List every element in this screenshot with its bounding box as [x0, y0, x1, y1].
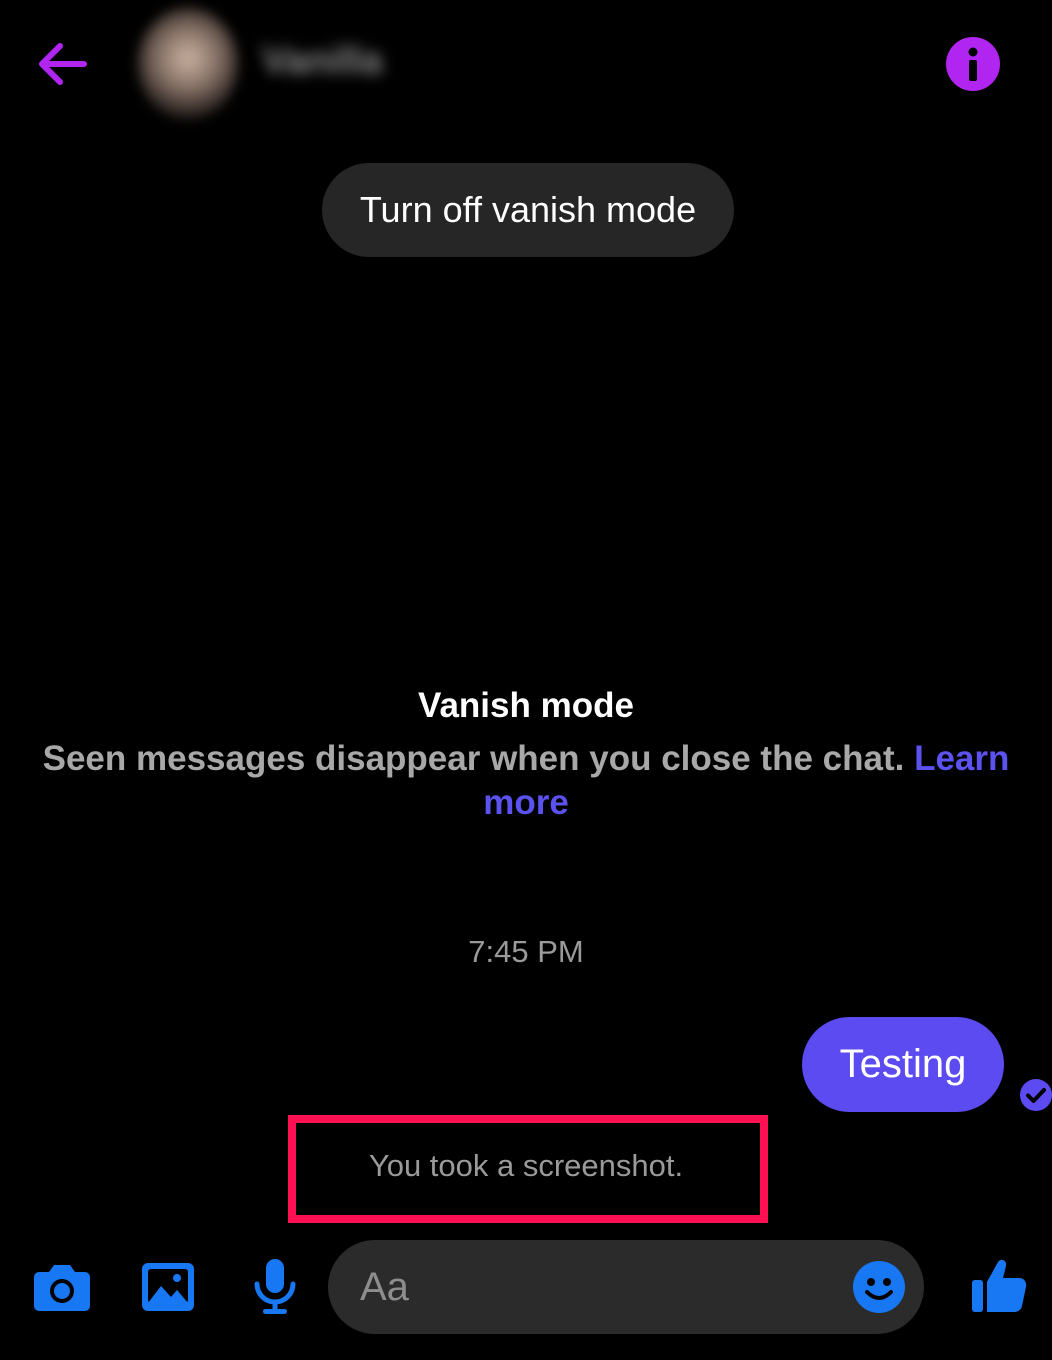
turn-off-vanish-mode-button[interactable]: Turn off vanish mode — [322, 163, 734, 257]
avatar[interactable] — [138, 8, 238, 120]
microphone-icon[interactable] — [252, 1258, 298, 1316]
vanish-mode-description: Seen messages disappear when you close t… — [40, 737, 1012, 825]
sent-message-bubble[interactable]: Testing — [802, 1017, 1004, 1112]
message-input[interactable]: Aa — [328, 1240, 924, 1334]
check-circle-icon — [1020, 1079, 1052, 1111]
info-icon — [968, 47, 978, 81]
vanish-mode-description-text: Seen messages disappear when you close t… — [42, 739, 905, 778]
vanish-mode-title: Vanish mode — [418, 686, 634, 725]
back-button[interactable] — [30, 36, 94, 92]
image-icon[interactable] — [141, 1262, 195, 1312]
contact-name[interactable]: Vanilla — [262, 40, 382, 83]
emoji-icon[interactable] — [852, 1260, 906, 1314]
arrow-left-icon — [39, 43, 87, 85]
message-input-placeholder: Aa — [360, 1265, 409, 1309]
message-text: Testing — [839, 1042, 967, 1086]
thumbs-up-icon[interactable] — [970, 1256, 1028, 1314]
info-button[interactable] — [946, 37, 1000, 91]
message-timestamp: 7:45 PM — [468, 934, 584, 969]
screenshot-notice: You took a screenshot. — [368, 1148, 684, 1183]
camera-icon[interactable] — [33, 1262, 91, 1312]
